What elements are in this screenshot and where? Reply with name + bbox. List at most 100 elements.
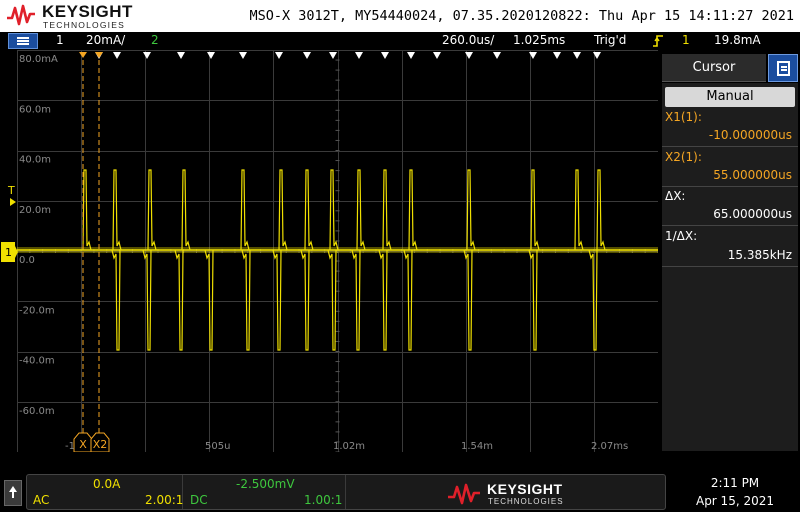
pulse-high: [466, 169, 476, 251]
pulse-high: [356, 169, 366, 251]
delta-x-label: ΔX:: [665, 189, 686, 203]
bottom-keysight-logo: KEYSIGHT TECHNOLOGIES: [447, 479, 607, 509]
ch1-coupling: AC: [33, 493, 50, 507]
x-axis-label: 505u: [205, 441, 230, 452]
pulse-high: [574, 169, 584, 251]
trigger-delay[interactable]: 1.025ms: [513, 33, 565, 47]
pulse-low: [351, 249, 361, 351]
y-axis-label: -60.0m: [19, 406, 55, 417]
status-bar: 1 20mA/ 2 260.0us/ 1.025ms Trig'd 1 19.8…: [0, 32, 800, 50]
cursor-x2-top-marker[interactable]: [95, 52, 103, 58]
pulse-high: [240, 169, 250, 251]
cursor-mode-button[interactable]: Manual: [665, 87, 795, 107]
divider: [662, 186, 798, 187]
divider: [662, 146, 798, 147]
inverse-delta-x-value: 15.385kHz: [727, 248, 792, 262]
pulse-markers: [95, 52, 601, 59]
ch2-probe-ratio: 1.00:1: [304, 493, 343, 507]
trigger-level-marker[interactable]: [10, 198, 16, 206]
ch1-number[interactable]: 1: [56, 33, 64, 47]
x-axis-label: 1.02m: [333, 441, 365, 452]
trigger-channel[interactable]: 1: [682, 33, 690, 47]
x-axis-label: 1.54m: [461, 441, 493, 452]
pulse-high: [382, 169, 392, 251]
channel-strip: 0.0A AC 2.00:1 -2.500mV DC 1.00:1 KEYSIG…: [26, 474, 666, 510]
pulse-low: [300, 249, 310, 351]
rising-edge-icon[interactable]: [652, 35, 664, 47]
clock[interactable]: 2:11 PM Apr 15, 2021: [680, 474, 790, 510]
measurement-marker: [407, 52, 415, 59]
waveform-display[interactable]: X X2 80.0mA 60.0m 40.0m 20.0m 0.0 -20.0m -40.0…: [17, 50, 658, 452]
measurement-marker: [143, 52, 151, 59]
pulse-high: [147, 169, 157, 251]
graticule[interactable]: X X2 80.0mA 60.0m 40.0m 20.0m 0.0 -20.0m -40.0…: [17, 50, 658, 452]
ch1-ground-marker-label: 1: [5, 246, 12, 259]
brand-name: KEYSIGHT: [42, 2, 133, 21]
measurement-marker: [433, 52, 441, 59]
clock-time: 2:11 PM: [710, 476, 760, 490]
cursor-x1-top-marker[interactable]: [79, 52, 87, 58]
delta-x-value: 65.000000us: [713, 207, 792, 221]
pulse-high: [329, 169, 339, 251]
left-markers[interactable]: T 1: [0, 180, 18, 270]
ch2-coupling: DC: [190, 493, 208, 507]
ch2-settings[interactable]: -2.500mV DC 1.00:1: [184, 475, 346, 509]
y-axis-labels: 80.0mA 60.0m 40.0m 20.0m 0.0 -20.0m -40.0m -60.…: [19, 54, 58, 417]
cursor-x1-label: X: [79, 438, 87, 451]
y-axis-label: 60.0m: [19, 104, 51, 115]
x-axis-label: 2.07ms: [591, 441, 628, 452]
x-axis-label: -1: [65, 441, 75, 452]
pulse-low: [378, 249, 388, 351]
trigger-level[interactable]: 19.8mA: [714, 33, 761, 47]
ch1-offset: 0.0A: [93, 477, 121, 491]
document-icon: [777, 61, 790, 76]
y-axis-label: 20.0m: [19, 205, 51, 216]
panel-menu-button[interactable]: [768, 54, 798, 82]
time-per-div[interactable]: 260.0us/: [442, 33, 494, 47]
pulse-low: [111, 249, 121, 351]
y-axis-label: -40.0m: [19, 356, 55, 367]
main-menu-button[interactable]: [8, 33, 38, 49]
ch1-settings[interactable]: 0.0A AC 2.00:1: [27, 475, 183, 509]
bottom-bar: 0.0A AC 2.00:1 -2.500mV DC 1.00:1 KEYSIG…: [0, 468, 800, 512]
ch1-waveform: [17, 169, 658, 351]
bottom-brand-name: KEYSIGHT: [487, 481, 563, 497]
divider: [662, 266, 798, 267]
pulse-high: [112, 169, 122, 251]
x1-label: X1(1):: [665, 110, 702, 124]
instrument-info: MSO-X 3012T, MY54440024, 07.35.202012082…: [249, 8, 794, 24]
measurement-marker: [303, 52, 311, 59]
x1-value[interactable]: -10.000000us: [709, 128, 792, 142]
pulse-high: [304, 169, 314, 251]
measurement-marker: [275, 52, 283, 59]
measurement-marker: [553, 52, 561, 59]
measurement-marker: [355, 52, 363, 59]
cursor-tab[interactable]: Cursor: [662, 54, 766, 82]
y-axis-label: 0.0: [19, 255, 35, 266]
ch2-number[interactable]: 2: [151, 33, 159, 47]
y-axis-label: 80.0mA: [19, 54, 58, 65]
pulse-high: [82, 169, 92, 251]
pulse-low: [272, 249, 282, 351]
pulse-low: [241, 249, 251, 351]
pulse-low: [403, 249, 413, 351]
x2-value[interactable]: 55.000000us: [713, 168, 792, 182]
pulse-high: [530, 169, 540, 251]
cursor-x2-label: X2: [93, 438, 108, 451]
y-axis-label: 40.0m: [19, 155, 51, 166]
cursor-panel: Cursor Manual X1(1): -10.000000us X2(1):…: [660, 52, 800, 452]
cursor-readouts: Manual X1(1): -10.000000us X2(1): 55.000…: [662, 83, 798, 451]
keysight-logo: KEYSIGHT TECHNOLOGIES: [6, 2, 133, 30]
clock-date: Apr 15, 2021: [695, 494, 774, 508]
trigger-level-marker-label: T: [7, 184, 15, 197]
keysight-wave-icon: [448, 483, 480, 505]
ch1-scale[interactable]: 20mA/: [86, 33, 125, 47]
pulse-low: [142, 249, 152, 351]
expand-up-button[interactable]: [4, 480, 22, 506]
ch2-offset: -2.500mV: [236, 477, 295, 491]
title-bar: KEYSIGHT TECHNOLOGIES MSO-X 3012T, MY544…: [0, 0, 800, 32]
trigger-state: Trig'd: [594, 33, 627, 47]
measurement-marker: [207, 52, 215, 59]
x2-label: X2(1):: [665, 150, 702, 164]
measurement-marker: [329, 52, 337, 59]
